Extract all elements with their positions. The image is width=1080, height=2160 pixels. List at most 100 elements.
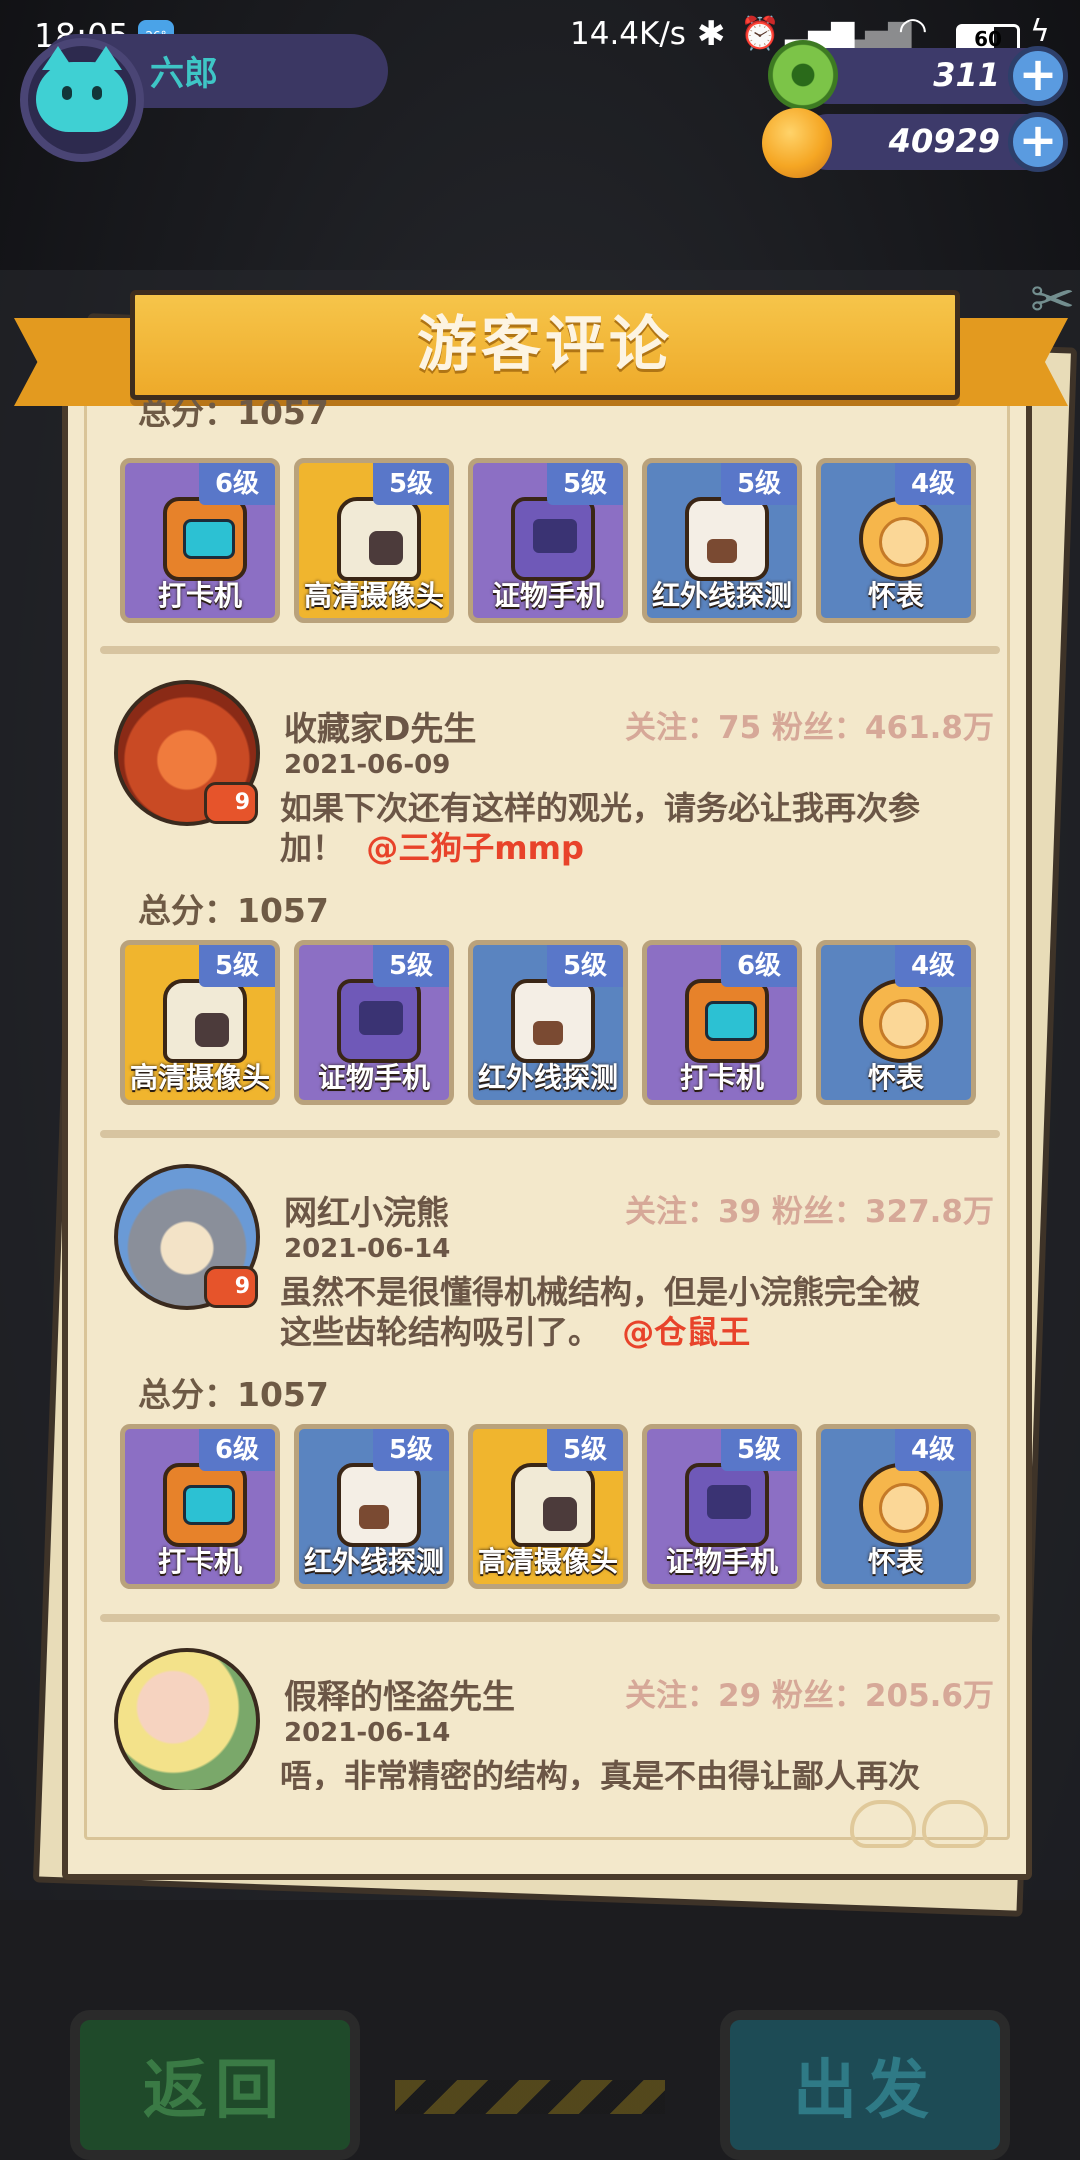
divider [100,1614,1000,1622]
item-card[interactable]: 5级证物手机 [294,940,454,1105]
watch-item-icon [859,1463,943,1547]
item-level-badge: 6级 [721,945,797,987]
item-name: 红外线探测 [477,1061,618,1094]
item-level-badge: 5级 [547,1429,623,1471]
item-card[interactable]: 5级高清摄像头 [120,940,280,1105]
watch-item-icon [859,497,943,581]
camera-item-icon [337,497,421,581]
item-level-badge: 5级 [199,945,275,987]
depart-button[interactable]: 出发 [720,2010,1010,2160]
item-level-badge: 4级 [895,463,971,505]
comment-line: 虽然不是很懂得机械结构，但是小浣熊完全被 [280,1273,921,1311]
comment-line: 唔，非常精密的结构，真是不由得让鄙人再次 [280,1757,921,1790]
camera-item-icon [163,979,247,1063]
comment-line: 这些齿轮结构吸引了。 [280,1313,601,1351]
charge-icon: ϟ [1030,14,1050,49]
item-name: 证物手机 [491,579,604,612]
item-name: 证物手机 [317,1061,430,1094]
item-name: 红外线探测 [303,1545,444,1578]
comment-mention[interactable]: @仓鼠王 [622,1313,750,1351]
watch-item-icon [859,979,943,1063]
item-level-badge: 4级 [895,1429,971,1471]
camera-item-icon [511,1463,595,1547]
item-level-badge: 5级 [373,463,449,505]
comment-mention[interactable]: @三狗子mmp [366,829,584,867]
item-card[interactable]: 5级红外线探测 [642,458,802,623]
item-name: 怀表 [867,1061,924,1094]
player-name: 六郎 [150,54,218,94]
ir-item-icon [511,979,595,1063]
score-label: 总分：1057 [138,400,329,432]
commenter-stats: 关注：39 粉丝：327.8万 [625,1194,994,1230]
item-card[interactable]: 5级高清摄像头 [468,1424,628,1589]
cat-avatar-icon [36,46,128,132]
item-name: 高清摄像头 [477,1545,618,1578]
comment-date: 2021-06-09 [284,750,451,780]
hazard-stripe [395,2080,665,2114]
item-card[interactable]: 4级怀表 [816,1424,976,1589]
item-name: 怀表 [867,579,924,612]
add-coins-button[interactable]: + [1008,112,1068,172]
item-level-badge: 5级 [721,463,797,505]
item-level-badge: 5级 [373,945,449,987]
item-name: 怀表 [867,1545,924,1578]
item-card[interactable]: 6级打卡机 [120,458,280,623]
item-level-badge: 5级 [373,1429,449,1471]
phone-item-icon [337,979,421,1063]
comment-date: 2021-06-14 [284,1234,451,1264]
comment-text: 虽然不是很懂得机械结构，但是小浣熊完全被 这些齿轮结构吸引了。 @仓鼠王 [280,1272,980,1352]
back-button[interactable]: 返回 [70,2010,360,2160]
item-name: 打卡机 [679,1061,764,1094]
item-name: 高清摄像头 [303,579,444,612]
item-card[interactable]: 4级怀表 [816,458,976,623]
item-card[interactable]: 6级打卡机 [642,940,802,1105]
item-level-badge: 5级 [547,463,623,505]
item-level-badge: 6级 [199,463,275,505]
cat-decoration-icon [850,1790,1000,1850]
network-speed: 14.4K/s [570,16,686,52]
commenter-avatar[interactable] [114,1648,260,1790]
item-name: 打卡机 [157,579,242,612]
bluetooth-icon: ✱ [697,14,726,54]
item-name: 高清摄像头 [129,1061,270,1094]
commenter-name[interactable]: 网红小浣熊 [284,1186,449,1234]
item-level-badge: 4级 [895,945,971,987]
item-level-badge: 5级 [721,1429,797,1471]
item-row: 6级 打卡机 5级 红外线探测 5级 高清摄像头 5级 证物手机 4级 怀表 [120,1424,980,1589]
score-label: 总分：1057 [138,1375,329,1414]
divider [100,1130,1000,1138]
wifi-icon: ◠ [898,10,928,50]
level-badge: 9 [204,1266,258,1308]
item-card[interactable]: 5级红外线探测 [294,1424,454,1589]
comment-line: 如果下次还有这样的观光，请务必让我再次参 [280,789,921,827]
comment-text: 唔，非常精密的结构，真是不由得让鄙人再次 [280,1756,980,1790]
item-card[interactable]: 5级证物手机 [642,1424,802,1589]
add-gems-button[interactable]: + [1008,46,1068,106]
alarm-icon: ⏰ [740,14,780,52]
phone-item-icon [511,497,595,581]
item-row: 6级 打卡机 5级 高清摄像头 5级 证物手机 5级 红外线探测 4级 怀表 [120,458,980,623]
commenter-name[interactable]: 收藏家D先生 [284,702,476,750]
item-row: 5级 高清摄像头 5级 证物手机 5级 红外线探测 6级 打卡机 4级 怀表 [120,940,980,1105]
phone-item-icon [685,1463,769,1547]
item-card[interactable]: 5级高清摄像头 [294,458,454,623]
item-name: 打卡机 [157,1545,242,1578]
comment-line: 加！ [280,829,345,867]
coin-value: 40929 [888,122,1000,160]
divider [100,646,1000,654]
item-level-badge: 6级 [199,1429,275,1471]
review-list[interactable]: 总分：1057 6级 打卡机 5级 高清摄像头 5级 证物手机 5级 红外线探测 4级 怀表 9 … [92,400,1002,1790]
item-name: 红外线探测 [651,579,792,612]
level-badge: 9 [204,782,258,824]
item-card[interactable]: 4级怀表 [816,940,976,1105]
panel-title: 游客评论 [417,310,673,380]
item-card[interactable]: 5级红外线探测 [468,940,628,1105]
item-card[interactable]: 6级打卡机 [120,1424,280,1589]
item-level-badge: 5级 [547,945,623,987]
clock-item-icon [685,979,769,1063]
item-card[interactable]: 5级证物手机 [468,458,628,623]
commenter-name[interactable]: 假释的怪盗先生 [284,1670,515,1718]
score-label: 总分：1057 [138,891,329,930]
item-name: 证物手机 [665,1545,778,1578]
ir-item-icon [685,497,769,581]
